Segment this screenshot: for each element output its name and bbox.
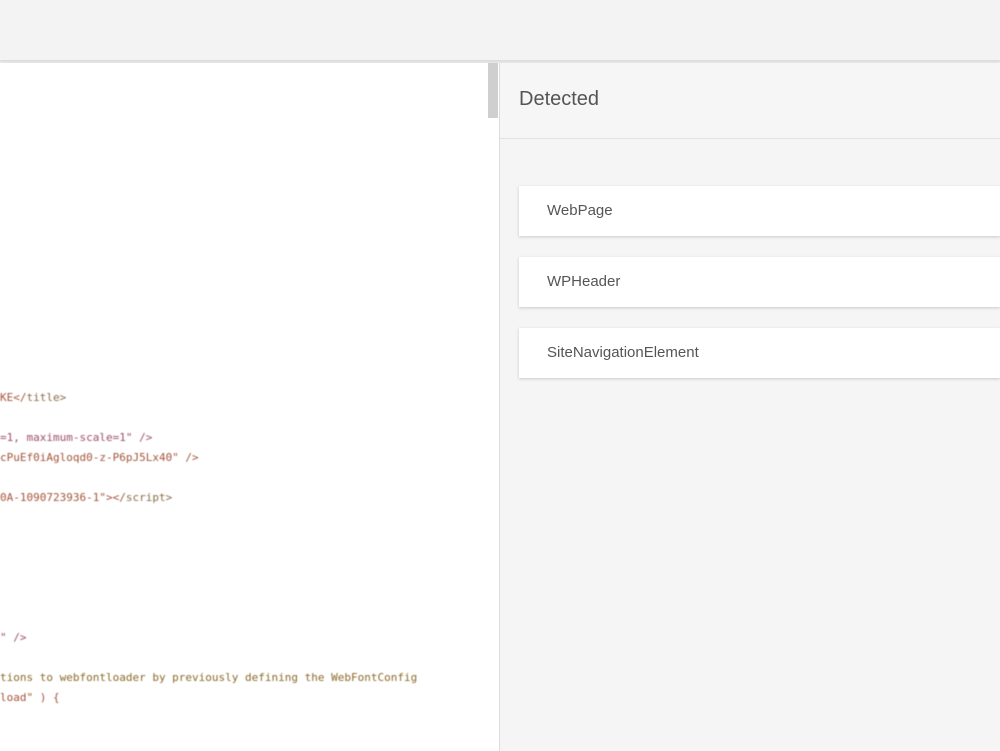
code-fragment: KE</: [0, 391, 27, 404]
app-window: KE</title> =1, maximum-scale=1" /> cPuEf…: [0, 0, 1000, 751]
result-item-wpheader[interactable]: WPHeader: [519, 257, 1000, 307]
code-line: cPuEf0iAgloqd0-z-P6pJ5Lx40" />: [0, 451, 199, 465]
code-fragment: cPuEf0iAgloqd0-z-P6pJ5Lx40" />: [0, 451, 199, 464]
results-header: Detected: [500, 63, 1000, 139]
code-line: tions to webfontloader by previously def…: [0, 671, 417, 685]
result-item-label: WebPage: [547, 202, 613, 219]
code-line: load" ) {: [0, 691, 60, 705]
result-item-label: WPHeader: [547, 273, 621, 290]
top-toolbar: [0, 0, 1000, 61]
code-scrollbar-thumb[interactable]: [488, 63, 498, 118]
code-line: " />: [0, 631, 27, 645]
results-title: Detected: [519, 88, 600, 110]
code-tag-close: >: [59, 391, 67, 404]
code-fragment: load" ) {: [0, 691, 60, 704]
code-line: KE</title>: [0, 391, 66, 405]
result-item-label: SiteNavigationElement: [547, 344, 699, 361]
code-tag-close: >: [165, 491, 173, 504]
code-comment: tions to webfontloader by previously def…: [0, 671, 418, 684]
code-fragment: " />: [0, 631, 27, 644]
code-line: =1, maximum-scale=1" />: [0, 431, 152, 445]
detected-results-pane: Detected WebPage WPHeader SiteNavigation…: [500, 63, 1000, 751]
code-tag: title: [26, 391, 60, 404]
code-fragment: 0A-1090723936-1"></: [0, 491, 126, 504]
source-code-pane[interactable]: KE</title> =1, maximum-scale=1" /> cPuEf…: [0, 63, 500, 751]
code-line: 0A-1090723936-1"></script>: [0, 491, 172, 505]
result-item-webpage[interactable]: WebPage: [519, 186, 1000, 236]
result-item-sitenavigationelement[interactable]: SiteNavigationElement: [519, 328, 1000, 378]
code-fragment: =1, maximum-scale=1" />: [0, 431, 153, 444]
code-tag: script: [125, 491, 166, 504]
